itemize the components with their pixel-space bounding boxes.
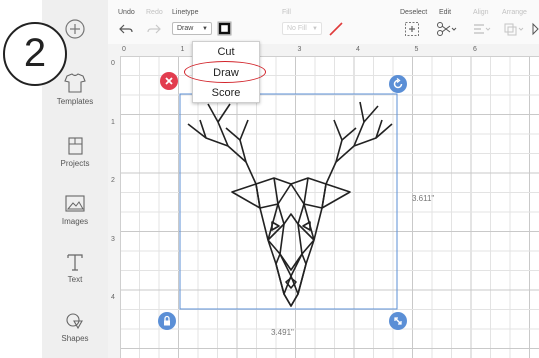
projects-icon [68,137,83,155]
redo-icon[interactable] [146,22,162,36]
edit-label: Edit [439,9,452,16]
height-dimension-label: 3.611" [412,194,435,203]
redo-label: Redo [146,9,163,16]
draw-option-highlight-ellipse [184,61,266,83]
align-icon[interactable] [472,22,492,36]
menu-item-cut[interactable]: Cut [193,46,259,58]
step-number-badge: 2 [3,22,67,86]
undo-label: Undo [118,9,135,16]
linetype-label: Linetype [172,9,199,16]
rotate-handle[interactable] [389,75,407,93]
flip-icon[interactable] [532,22,539,36]
menu-item-score[interactable]: Score [193,87,259,99]
fill-select[interactable]: No Fill ▼ [282,22,322,35]
resize-arrows-icon [394,317,402,325]
shapes-icon [66,313,83,330]
deer-head-image[interactable] [108,44,539,358]
linetype-color-swatch[interactable] [217,21,232,36]
step-number: 2 [23,31,47,75]
resize-handle[interactable] [389,312,407,330]
pen-color-icon[interactable] [327,20,345,38]
sidebar-item-label: Text [67,275,83,284]
close-icon [165,77,173,85]
delete-handle[interactable] [160,72,178,90]
lock-icon [164,315,170,326]
lock-handle[interactable] [158,312,176,330]
shirt-template-icon [64,73,86,93]
images-icon [65,195,85,212]
chevron-down-icon: ▼ [202,26,208,32]
sidebar-item-projects[interactable]: Projects [42,136,108,168]
plus-circle-icon [65,19,85,39]
deselect-icon[interactable] [404,21,420,37]
text-icon [67,254,83,271]
sidebar-item-label: Templates [56,97,94,106]
linetype-value: Draw [177,25,194,32]
sidebar-item-images[interactable]: Images [42,194,108,226]
sidebar-item-label: Projects [60,159,90,168]
sidebar-item-label: Shapes [61,334,89,343]
sidebar-item-text[interactable]: Text [42,252,108,284]
scissors-edit-icon[interactable] [436,21,458,37]
arrange-icon[interactable] [503,22,525,36]
width-dimension-label: 3.491" [271,328,294,337]
fill-label: Fill [282,9,291,16]
align-label: Align [473,9,489,16]
rotate-icon [393,77,403,89]
linetype-select[interactable]: Draw ▼ [172,22,212,35]
deselect-label: Deselect [400,9,428,16]
sidebar-item-shapes[interactable]: Shapes [42,311,108,343]
arrange-label: Arrange [502,9,527,16]
undo-icon[interactable] [118,22,134,36]
sidebar-item-label: Images [61,217,89,226]
design-canvas[interactable]: 0123456 01234 [108,44,539,358]
fill-value: No Fill [287,25,307,32]
chevron-down-icon: ▼ [312,26,318,32]
top-toolbar: Undo Redo Linetype Draw ▼ Fill No Fill ▼… [108,0,539,45]
